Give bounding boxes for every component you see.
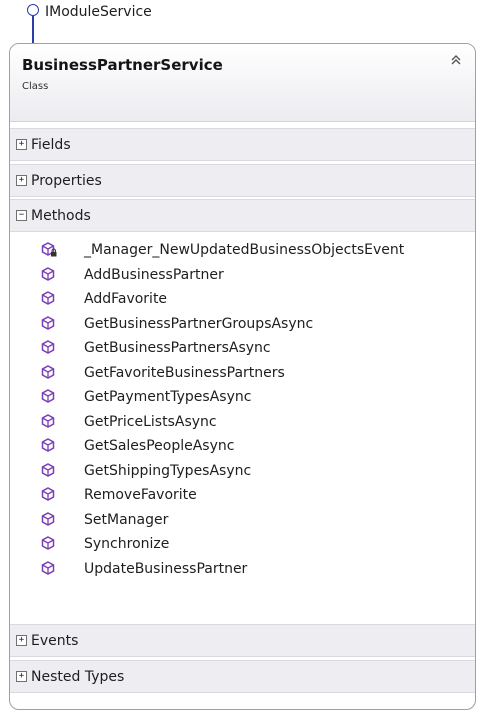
method-name: Synchronize: [84, 536, 170, 552]
method-name: RemoveFavorite: [84, 487, 197, 503]
method-name: AddBusinessPartner: [84, 266, 224, 283]
method-cube-icon: [41, 462, 57, 479]
method-cube-icon: [41, 536, 57, 552]
methods-list: _Manager_NewUpdatedBusinessObjectsEvent A…: [10, 234, 475, 599]
method-cube-icon: [41, 413, 57, 430]
class-title[interactable]: BusinessPartnerService: [22, 56, 223, 74]
section-nested-types-label: Nested Types: [31, 669, 125, 685]
method-cube-icon: [41, 266, 57, 283]
method-cube-icon: [41, 315, 57, 332]
method-cube-icon: [41, 487, 57, 503]
method-row[interactable]: UpdateBusinessPartner: [10, 558, 475, 582]
method-name: SetManager: [84, 511, 169, 528]
section-events-label: Events: [31, 633, 79, 649]
interface-connector-line: [32, 16, 34, 44]
method-cube-icon: [41, 438, 57, 454]
method-name: AddFavorite: [84, 291, 168, 307]
double-chevron-up-icon[interactable]: [449, 53, 463, 67]
section-methods[interactable]: − Methods: [10, 199, 475, 232]
method-name: GetPriceListsAsync: [84, 413, 217, 430]
class-shape[interactable]: BusinessPartnerService Class + Fields + …: [9, 43, 476, 710]
collapse-icon[interactable]: −: [16, 210, 27, 221]
section-fields-label: Fields: [31, 137, 71, 153]
method-cube-icon: [41, 511, 57, 528]
method-cube-icon: [41, 364, 57, 381]
method-name: GetShippingTypesAsync: [84, 462, 252, 479]
method-name: GetSalesPeopleAsync: [84, 438, 235, 454]
expand-icon[interactable]: +: [16, 175, 27, 186]
method-name: GetBusinessPartnersAsync: [84, 340, 271, 356]
class-header[interactable]: BusinessPartnerService Class: [10, 44, 475, 122]
method-name: _Manager_NewUpdatedBusinessObjectsEvent: [84, 242, 405, 258]
method-name: UpdateBusinessPartner: [84, 560, 248, 577]
interface-label[interactable]: IModuleService: [45, 4, 152, 20]
method-cube-icon: [41, 291, 57, 307]
method-cube-icon: [41, 389, 57, 405]
method-row[interactable]: _Manager_NewUpdatedBusinessObjectsEvent: [10, 239, 475, 263]
method-row[interactable]: GetBusinessPartnerGroupsAsync: [10, 313, 475, 337]
method-row[interactable]: RemoveFavorite: [10, 484, 475, 508]
interface-lollipop: IModuleService: [0, 0, 477, 46]
section-properties[interactable]: + Properties: [10, 164, 475, 197]
class-kind-label: Class: [22, 81, 49, 92]
method-name: GetBusinessPartnerGroupsAsync: [84, 315, 314, 332]
method-row[interactable]: Synchronize: [10, 533, 475, 557]
method-row[interactable]: GetShippingTypesAsync: [10, 460, 475, 484]
section-fields[interactable]: + Fields: [10, 128, 475, 161]
expand-icon[interactable]: +: [16, 635, 27, 646]
method-row[interactable]: GetBusinessPartnersAsync: [10, 337, 475, 361]
expand-icon[interactable]: +: [16, 671, 27, 682]
method-row[interactable]: AddBusinessPartner: [10, 264, 475, 288]
method-cube-icon: [41, 242, 57, 258]
method-name: GetPaymentTypesAsync: [84, 389, 252, 405]
method-row[interactable]: GetPriceListsAsync: [10, 411, 475, 435]
section-nested-types[interactable]: + Nested Types: [10, 660, 475, 693]
method-name: GetFavoriteBusinessPartners: [84, 364, 285, 381]
method-cube-icon: [41, 560, 57, 577]
method-row[interactable]: GetFavoriteBusinessPartners: [10, 362, 475, 386]
section-methods-label: Methods: [31, 208, 91, 224]
expand-icon[interactable]: +: [16, 139, 27, 150]
method-cube-icon: [41, 340, 57, 356]
interface-lollipop-icon: [27, 4, 39, 16]
section-properties-label: Properties: [31, 173, 102, 189]
method-row[interactable]: GetPaymentTypesAsync: [10, 386, 475, 410]
method-row[interactable]: GetSalesPeopleAsync: [10, 435, 475, 459]
method-row[interactable]: SetManager: [10, 509, 475, 533]
section-events[interactable]: + Events: [10, 624, 475, 657]
method-row[interactable]: AddFavorite: [10, 288, 475, 312]
